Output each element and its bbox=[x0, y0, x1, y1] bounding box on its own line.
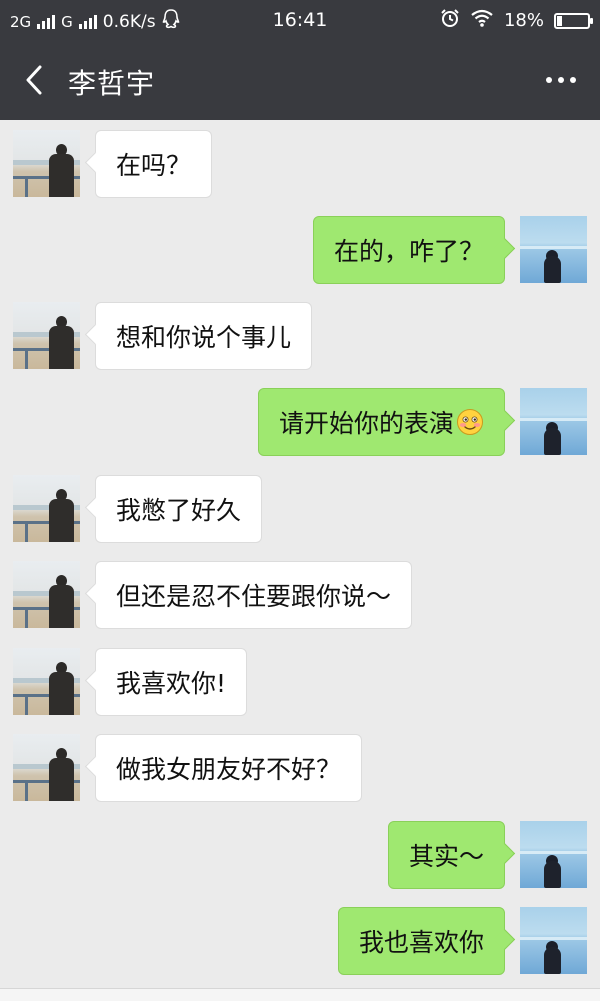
status-bar: 2G G 0.6K/s 16:41 18% bbox=[0, 0, 600, 40]
chat-message-list[interactable]: 在吗？ 在的，咋了？ 想和你说个事儿 请开始你的表演 我憋了好久 但还是忍不住要… bbox=[0, 120, 600, 1000]
message-row: 想和你说个事儿 bbox=[0, 302, 600, 370]
message-row: 我憋了好久 bbox=[0, 475, 600, 543]
battery-percent: 18% bbox=[503, 10, 544, 31]
contact-avatar[interactable] bbox=[13, 734, 80, 801]
chevron-left-icon bbox=[26, 65, 42, 95]
incoming-message-bubble[interactable]: 但还是忍不住要跟你说～ bbox=[84, 561, 413, 629]
blushing-smile-emoji-icon bbox=[456, 408, 484, 436]
battery-icon bbox=[554, 12, 593, 29]
contact-avatar[interactable] bbox=[13, 130, 80, 197]
user-avatar[interactable] bbox=[520, 216, 587, 283]
message-row: 在吗？ bbox=[0, 130, 600, 198]
message-text: 我憋了好久 bbox=[116, 496, 242, 525]
message-text: 其实～ bbox=[408, 842, 484, 871]
incoming-message-bubble[interactable]: 在吗？ bbox=[84, 130, 213, 198]
contact-avatar[interactable] bbox=[13, 475, 80, 542]
user-avatar[interactable] bbox=[520, 821, 587, 888]
message-row: 在的，咋了？ bbox=[0, 216, 600, 284]
input-toolbar[interactable] bbox=[0, 988, 600, 1001]
message-text: 做我女朋友好不好？ bbox=[116, 755, 342, 784]
status-right: 18% bbox=[440, 8, 593, 33]
incoming-message-bubble[interactable]: 想和你说个事儿 bbox=[84, 302, 313, 370]
user-avatar[interactable] bbox=[520, 388, 587, 455]
message-text: 在吗？ bbox=[116, 151, 192, 180]
page-title: 李哲宇 bbox=[68, 67, 156, 100]
message-row: 请开始你的表演 bbox=[0, 388, 600, 456]
outgoing-message-bubble[interactable]: 请开始你的表演 bbox=[257, 388, 516, 456]
message-row: 但还是忍不住要跟你说～ bbox=[0, 561, 600, 629]
message-text: 但还是忍不住要跟你说～ bbox=[116, 582, 392, 611]
more-options-button[interactable] bbox=[536, 62, 586, 98]
message-text: 在的，咋了？ bbox=[333, 237, 484, 266]
outgoing-message-bubble[interactable]: 在的，咋了？ bbox=[312, 216, 516, 284]
back-button[interactable] bbox=[14, 60, 54, 100]
chat-header: 李哲宇 bbox=[0, 40, 600, 120]
message-row: 我喜欢你! bbox=[0, 648, 600, 716]
outgoing-message-bubble[interactable]: 我也喜欢你 bbox=[337, 907, 516, 975]
incoming-message-bubble[interactable]: 做我女朋友好不好？ bbox=[84, 734, 363, 802]
contact-avatar[interactable] bbox=[13, 648, 80, 715]
message-text: 我喜欢你! bbox=[116, 669, 227, 698]
incoming-message-bubble[interactable]: 我憋了好久 bbox=[84, 475, 263, 543]
contact-avatar[interactable] bbox=[13, 561, 80, 628]
contact-avatar[interactable] bbox=[13, 302, 80, 369]
message-row: 其实～ bbox=[0, 821, 600, 889]
user-avatar[interactable] bbox=[520, 907, 587, 974]
message-row: 做我女朋友好不好？ bbox=[0, 734, 600, 802]
outgoing-message-bubble[interactable]: 其实～ bbox=[387, 821, 516, 889]
wifi-icon bbox=[470, 9, 494, 32]
message-row: 我也喜欢你 bbox=[0, 907, 600, 975]
incoming-message-bubble[interactable]: 我喜欢你! bbox=[84, 648, 248, 716]
more-dots-icon bbox=[546, 77, 552, 83]
alarm-icon bbox=[440, 8, 460, 33]
message-text: 想和你说个事儿 bbox=[116, 323, 292, 352]
message-text: 我也喜欢你 bbox=[358, 928, 484, 957]
message-text: 请开始你的表演 bbox=[278, 409, 454, 438]
